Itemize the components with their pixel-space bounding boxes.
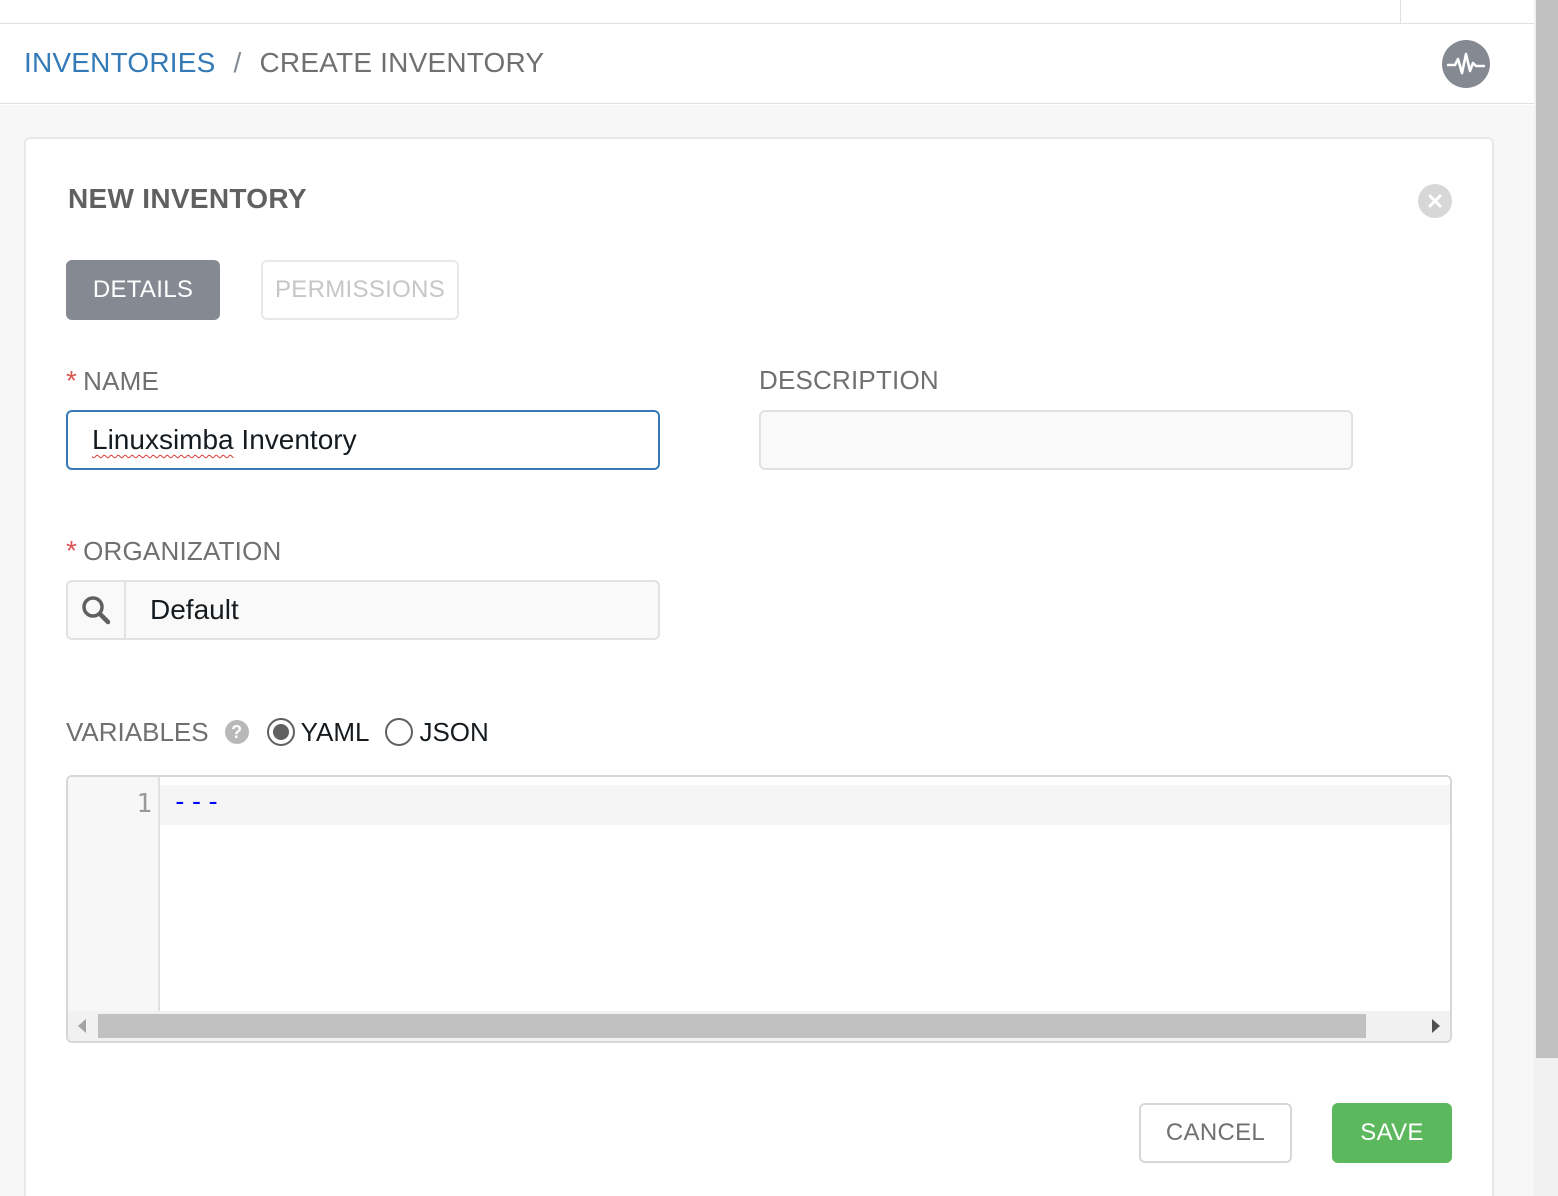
- breadcrumb-current: CREATE INVENTORY: [259, 47, 545, 78]
- scroll-left-arrow-icon[interactable]: [78, 1019, 86, 1033]
- name-input[interactable]: Linuxsimba Inventory: [66, 410, 660, 470]
- scroll-right-arrow-icon[interactable]: [1432, 1019, 1440, 1033]
- organization-label: * ORGANIZATION: [66, 535, 281, 567]
- activity-stream-button[interactable]: [1442, 40, 1490, 88]
- activity-stream-icon: [1447, 52, 1485, 75]
- breadcrumb-separator: /: [233, 47, 242, 78]
- new-inventory-panel: NEW INVENTORY DETAILS PERMISSIONS * NAME …: [24, 137, 1494, 1196]
- yaml-radio[interactable]: [266, 718, 295, 746]
- breadcrumb-inventories-link[interactable]: INVENTORIES: [24, 47, 216, 79]
- editor-content[interactable]: ---: [172, 787, 222, 817]
- close-icon: [1428, 194, 1442, 208]
- editor-scrollbar-thumb[interactable]: [98, 1014, 1366, 1038]
- json-radio-label[interactable]: JSON: [419, 717, 488, 748]
- radio-selected-dot: [272, 724, 289, 740]
- organization-input[interactable]: Default: [126, 594, 239, 626]
- editor-horizontal-scrollbar[interactable]: [68, 1011, 1450, 1041]
- organization-lookup: Default: [66, 580, 660, 640]
- page-scrollbar-thumb[interactable]: [1536, 0, 1558, 1058]
- variables-code-editor[interactable]: 1 ---: [66, 775, 1452, 1043]
- cancel-button[interactable]: CANCEL: [1139, 1103, 1292, 1163]
- description-label: DESCRIPTION: [759, 365, 939, 395]
- save-button[interactable]: SAVE: [1332, 1103, 1452, 1163]
- json-radio[interactable]: [385, 718, 414, 746]
- tab-permissions[interactable]: PERMISSIONS: [261, 260, 459, 320]
- required-marker: *: [66, 535, 78, 566]
- help-icon[interactable]: ?: [224, 720, 249, 744]
- search-icon: [82, 596, 111, 625]
- yaml-radio-label[interactable]: YAML: [301, 717, 370, 748]
- name-input-value-rest: Inventory: [233, 424, 357, 455]
- editor-gutter: 1: [68, 777, 160, 1013]
- close-button[interactable]: [1418, 184, 1452, 218]
- name-label-text: NAME: [83, 366, 160, 396]
- description-input[interactable]: [759, 410, 1353, 470]
- organization-label-text: ORGANIZATION: [83, 536, 282, 566]
- variables-row: VARIABLES ? YAML JSON: [66, 715, 489, 749]
- tab-details[interactable]: DETAILS: [66, 260, 220, 320]
- panel-title: NEW INVENTORY: [68, 183, 307, 214]
- organization-search-button[interactable]: [68, 582, 126, 638]
- breadcrumb: INVENTORIES / CREATE INVENTORY: [24, 47, 544, 79]
- line-number: 1: [136, 789, 152, 819]
- variables-label: VARIABLES: [66, 716, 209, 747]
- name-input-value-misspelled: Linuxsimba: [92, 424, 234, 455]
- breadcrumb-bar: INVENTORIES / CREATE INVENTORY: [0, 25, 1534, 104]
- top-strip-divider: [1400, 0, 1401, 23]
- editor-active-line: [160, 785, 1450, 825]
- name-label: * NAME: [66, 365, 159, 397]
- required-marker: *: [66, 365, 78, 396]
- top-strip: [0, 0, 1534, 24]
